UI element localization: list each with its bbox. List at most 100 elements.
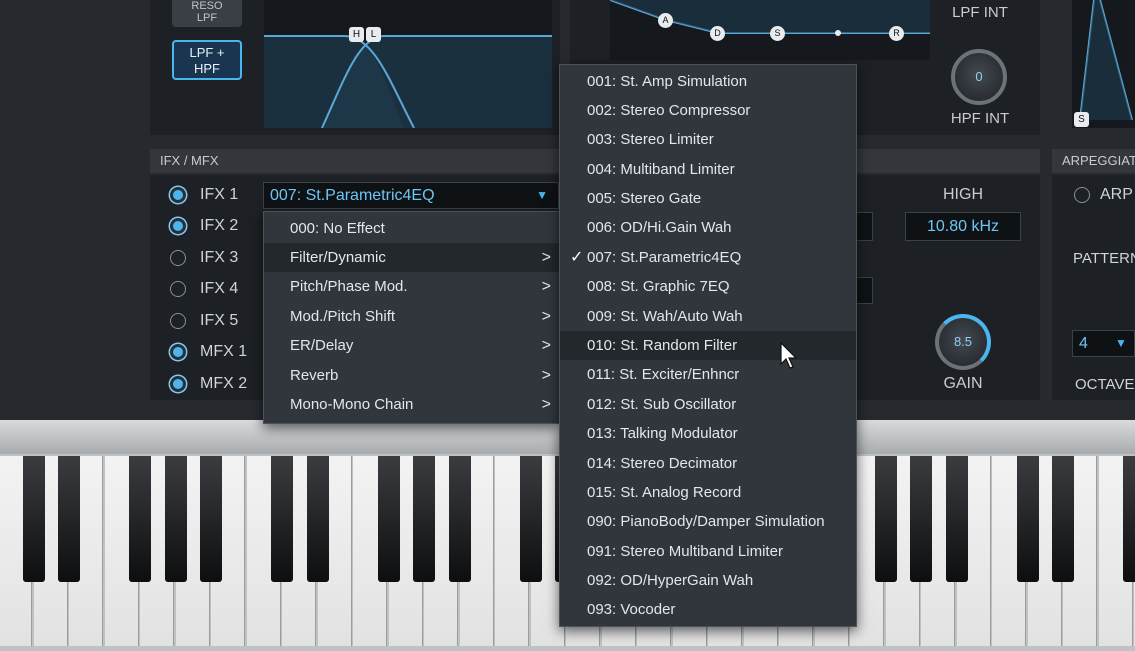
submenu-item-label: 001: St. Amp Simulation [587,73,748,90]
effect-submenu[interactable]: 001: St. Amp Simulation 002: Stereo Comp… [559,64,857,627]
submenu-item[interactable]: 001: St. Amp Simulation [560,67,856,96]
black-key[interactable] [129,456,151,582]
reso-lpf-button[interactable]: RESO LPF [172,0,242,27]
submenu-item[interactable]: 006: OD/Hi.Gain Wah [560,213,856,242]
black-key[interactable] [874,456,897,582]
radio-off[interactable] [170,281,186,297]
slot-label: IFX 5 [200,312,239,329]
menu-item-er-delay[interactable]: ER/Delay > [264,331,559,360]
slot-ifx1[interactable]: IFX 1 [170,186,260,207]
arp-panel [1052,175,1135,400]
black-key[interactable] [1016,456,1039,582]
radio-on[interactable] [170,187,186,203]
radio-off[interactable] [170,313,186,329]
slot-ifx5[interactable]: IFX 5 [170,312,260,333]
menu-item-mono-mono-chain[interactable]: Mono-Mono Chain > [264,390,559,419]
arp-octave-dropdown[interactable]: 4 ▼ [1072,330,1135,357]
filter-curve [264,35,552,128]
arp-envelope-curve [1079,0,1133,121]
submenu-item[interactable]: 004: Multiband Limiter [560,155,856,184]
eq-gain-knob[interactable]: 8.5 [935,314,991,370]
filter-marker-l[interactable]: L [366,27,381,42]
submenu-item[interactable]: 002: Stereo Compressor [560,96,856,125]
menu-item-reverb[interactable]: Reverb > [264,361,559,390]
menu-item-filter-dynamic[interactable]: Filter/Dynamic > [264,243,559,272]
effect-select-dropdown[interactable]: 007: St.Parametric4EQ ▼ [263,182,559,209]
eq-param-panel [855,175,1040,400]
radio-on[interactable] [170,376,186,392]
filter-marker-h[interactable]: H [349,27,364,42]
submenu-item[interactable]: 092: OD/HyperGain Wah [560,566,856,595]
lpf-hpf-button[interactable]: LPF + HPF [172,40,242,80]
submenu-item[interactable]: 011: St. Exciter/Enhncr [560,360,856,389]
black-key[interactable] [58,456,80,582]
eq-gain-label: GAIN [943,375,983,392]
eq-mid-value-box[interactable] [855,212,873,241]
slot-label: MFX 1 [200,343,248,360]
menu-item-pitch-phase-mod[interactable]: Pitch/Phase Mod. > [264,272,559,301]
arp-env-marker-s[interactable]: S [1074,112,1089,127]
envelope-graph[interactable]: A D S R [610,0,930,60]
submenu-item-label: 006: OD/Hi.Gain Wah [587,219,732,236]
radio-on[interactable] [170,344,186,360]
menu-item-mod-pitch-shift[interactable]: Mod./Pitch Shift > [264,302,559,331]
menu-item-no-effect[interactable]: 000: No Effect [264,214,559,243]
eq-mid-value-box-2[interactable] [855,277,873,304]
menu-item-label: Pitch/Phase Mod. [290,278,408,295]
black-key[interactable] [945,456,968,582]
menu-item-label: ER/Delay [290,337,354,354]
arp-on-radio[interactable] [1074,187,1090,203]
black-key[interactable] [519,456,542,582]
effect-category-menu[interactable]: 000: No Effect Filter/Dynamic > Pitch/Pha… [263,211,560,424]
slot-mfx1[interactable]: MFX 1 [170,343,260,364]
black-key[interactable] [413,456,435,582]
env-marker-r[interactable]: R [889,26,904,41]
black-key[interactable] [910,456,932,582]
slot-ifx4[interactable]: IFX 4 [170,280,260,301]
chevron-right-icon: > [541,249,551,266]
black-key[interactable] [200,456,222,582]
submenu-item-checked[interactable]: ✓ 007: St.Parametric4EQ [560,243,856,272]
submenu-item-label: 090: PianoBody/Damper Simulation [587,513,825,530]
submenu-item-label: 091: Stereo Multiband Limiter [587,543,783,560]
black-key[interactable] [306,456,329,582]
black-key[interactable] [377,456,400,582]
chevron-right-icon: > [541,278,551,295]
black-key[interactable] [22,456,45,582]
submenu-item[interactable]: 013: Talking Modulator [560,419,856,448]
black-key[interactable] [1052,456,1074,582]
radio-off[interactable] [170,250,186,266]
slot-mfx2[interactable]: MFX 2 [170,375,260,396]
env-marker-a[interactable]: A [658,13,673,28]
arp-octave-value: 4 [1079,335,1088,352]
black-key[interactable] [271,456,293,582]
slot-ifx2[interactable]: IFX 2 [170,217,260,238]
submenu-item[interactable]: 091: Stereo Multiband Limiter [560,537,856,566]
slot-ifx3[interactable]: IFX 3 [170,249,260,270]
submenu-item-label: 003: Stereo Limiter [587,131,714,148]
submenu-item[interactable]: 009: St. Wah/Auto Wah [560,302,856,331]
radio-on[interactable] [170,218,186,234]
submenu-item[interactable]: 005: Stereo Gate [560,184,856,213]
submenu-item-label: 014: Stereo Decimator [587,455,738,472]
submenu-item[interactable]: 090: PianoBody/Damper Simulation [560,507,856,536]
submenu-item[interactable]: 093: Vocoder [560,595,856,624]
menu-item-label: 000: No Effect [290,220,385,237]
eq-high-value[interactable]: 10.80 kHz [905,212,1021,241]
black-key[interactable] [448,456,471,582]
env-marker-d[interactable]: D [710,26,725,41]
env-marker-s[interactable]: S [770,26,785,41]
black-key[interactable] [1123,456,1135,582]
submenu-item-hovered[interactable]: 010: St. Random Filter [560,331,856,360]
submenu-item[interactable]: 003: Stereo Limiter [560,125,856,154]
black-key[interactable] [164,456,187,582]
submenu-item[interactable]: 008: St. Graphic 7EQ [560,272,856,301]
submenu-item[interactable]: 012: St. Sub Oscillator [560,390,856,419]
submenu-item[interactable]: 015: St. Analog Record [560,478,856,507]
hpf-int-knob[interactable]: 0 [951,49,1007,105]
arp-envelope-graph[interactable]: S [1072,0,1135,128]
submenu-item[interactable]: 014: Stereo Decimator [560,449,856,478]
submenu-item-label: 011: St. Exciter/Enhncr [587,366,740,383]
filter-graph[interactable]: H L [264,0,552,128]
menu-item-label: Mod./Pitch Shift [290,308,396,325]
